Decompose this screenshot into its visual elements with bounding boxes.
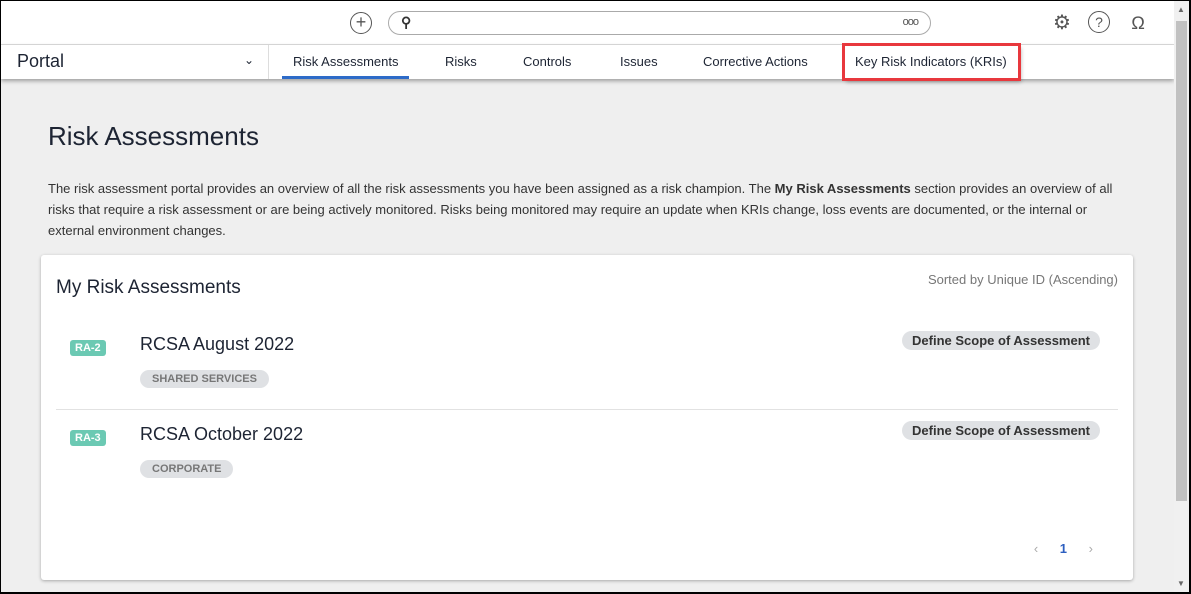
assessment-name[interactable]: RCSA October 2022 [140,424,303,445]
prev-page-icon[interactable]: ‹ [1034,541,1038,556]
scroll-up-icon[interactable]: ▲ [1177,5,1185,14]
pagination: ‹ 1 › [1016,541,1093,556]
id-badge: RA-2 [70,340,106,356]
chevron-down-icon: ⌄ [243,53,254,67]
status-badge: Define Scope of Assessment [902,331,1100,350]
sort-label[interactable]: Sorted by Unique ID (Ascending) [928,272,1118,287]
search-options-icon[interactable]: ooo [903,16,919,28]
tab-corrective-actions[interactable]: Corrective Actions [692,45,819,79]
portal-label: Portal [17,51,65,71]
tab-risk-assessments[interactable]: Risk Assessments [282,45,410,79]
help-icon[interactable]: ? [1088,11,1110,33]
desc-text: The risk assessment portal provides an o… [48,181,775,196]
id-badge: RA-3 [70,430,106,446]
user-icon[interactable]: Ω [1126,11,1150,35]
scroll-down-icon[interactable]: ▼ [1177,579,1185,588]
my-risk-assessments-card: My Risk Assessments Sorted by Unique ID … [41,255,1133,580]
tab-risks[interactable]: Risks [434,45,488,79]
app-window: + ⚲ ooo ⚙ ? Ω Portal ⌄ Risk Assessments … [1,1,1189,592]
category-badge: CORPORATE [140,460,234,478]
page-title: Risk Assessments [48,121,259,151]
scrollbar[interactable]: ▲ ▼ [1174,1,1189,592]
search-icon: ⚲ [401,14,412,30]
desc-bold: My Risk Assessments [774,181,911,196]
tab-controls[interactable]: Controls [512,45,582,79]
category-badge: SHARED SERVICES [140,370,269,388]
tab-key-risk-indicators[interactable]: Key Risk Indicators (KRIs) [842,43,1021,81]
portal-selector[interactable]: Portal ⌄ [1,45,269,79]
list-item[interactable]: RA-2 RCSA August 2022 SHARED SERVICES De… [56,320,1118,409]
search-input[interactable]: ⚲ ooo [388,11,931,35]
nav-bar: Portal ⌄ Risk Assessments Risks Controls… [1,43,1174,81]
add-icon[interactable]: + [350,12,372,34]
page-description: The risk assessment portal provides an o… [48,178,1128,241]
status-badge: Define Scope of Assessment [902,421,1100,440]
top-bar: + ⚲ ooo ⚙ ? Ω [1,1,1174,45]
next-page-icon[interactable]: › [1089,541,1093,556]
card-title: My Risk Assessments [56,277,241,298]
list-item[interactable]: RA-3 RCSA October 2022 CORPORATE Define … [56,409,1118,498]
scrollbar-thumb[interactable] [1176,21,1187,501]
gear-icon[interactable]: ⚙ [1050,11,1074,35]
tab-issues[interactable]: Issues [609,45,669,79]
assessment-name[interactable]: RCSA August 2022 [140,334,294,355]
page-1-button[interactable]: 1 [1060,541,1067,556]
